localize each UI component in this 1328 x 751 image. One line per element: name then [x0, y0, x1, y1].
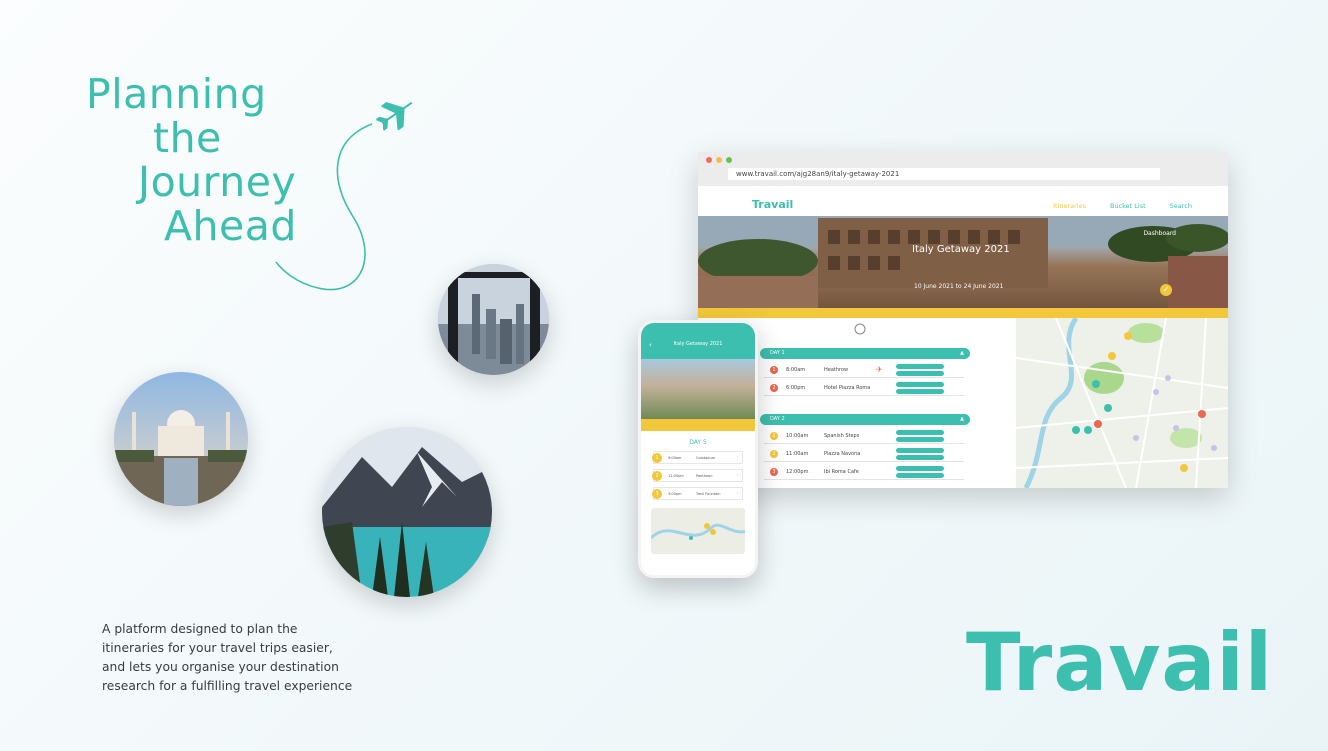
stop-number: 2	[770, 384, 778, 392]
day-bar[interactable]: DAY 1 ▲	[760, 348, 970, 359]
phone-mockup: ‹ Italy Getaway 2021 DAY 5 1 9:00am Colo…	[638, 320, 758, 578]
airplane-icon: ✈	[876, 365, 883, 374]
chevron-up-icon[interactable]: ▲	[960, 414, 964, 425]
phone-trip-title: Italy Getaway 2021	[673, 341, 723, 347]
itinerary-map[interactable]	[1016, 318, 1228, 488]
trip-dates: 10 June 2021 to 24 June 2021	[914, 283, 1004, 290]
stop-tags	[896, 364, 944, 377]
stop-tags	[896, 448, 944, 461]
itinerary-content: DAY 1 ▲ 1 8:00am Heathrow ✈ 2 6:00pm Hot…	[698, 318, 1228, 488]
stop-place: Piazza Navona	[824, 451, 861, 457]
stop-place: Ibi Roma Cafe	[824, 469, 859, 475]
trip-yellow-strip	[698, 308, 1228, 318]
new-york-photo	[438, 264, 549, 375]
description-line: A platform designed to plan the	[102, 622, 298, 636]
day-bar[interactable]: DAY 2 ▲	[760, 414, 970, 425]
minimize-window-dot[interactable]	[716, 157, 722, 163]
day-label: DAY 2	[770, 416, 785, 422]
stop-number: 1	[652, 453, 662, 463]
phone-day-label: DAY 5	[689, 439, 707, 446]
stop-number: 1	[770, 432, 778, 440]
stop-place: Heathrow	[824, 367, 849, 373]
phone-header: ‹ Italy Getaway 2021	[641, 323, 755, 359]
stop-number: 1	[770, 366, 778, 374]
description-line: itineraries for your travel trips easier…	[102, 641, 333, 655]
phone-itinerary-row[interactable]: 1 9:00am Colosseum ›	[652, 451, 743, 464]
dashboard-link[interactable]: Dashboard	[1143, 230, 1176, 237]
itinerary-row[interactable]: 3 12:00pm Ibi Roma Cafe	[764, 464, 964, 480]
stop-time: 9:00am	[668, 456, 682, 460]
description-line: and lets you organise your destination	[102, 660, 339, 674]
view-toggle-icon[interactable]	[852, 322, 868, 336]
chevron-right-icon[interactable]: ›	[737, 473, 738, 477]
stop-tags	[896, 430, 944, 443]
chevron-right-icon[interactable]: ›	[737, 455, 738, 459]
stop-place: Hotel Piazza Roma	[824, 385, 871, 391]
stop-time: 11:00am	[786, 451, 809, 457]
phone-map[interactable]	[651, 508, 745, 554]
site-logo[interactable]: Travail	[752, 198, 793, 211]
platform-description: A platform designed to plan the itinerar…	[102, 620, 392, 696]
stop-time: 8:00am	[786, 367, 806, 373]
phone-hero-image	[641, 359, 755, 419]
stop-time: 6:00pm	[786, 385, 806, 391]
stop-place: Spanish Steps	[824, 433, 860, 439]
stop-number: 2	[652, 471, 662, 481]
browser-toolbar: www.travail.com/ajg28an9/italy-getaway-2…	[698, 152, 1228, 186]
stop-place: Trevi Fountain	[696, 492, 721, 496]
stop-tags	[896, 382, 944, 395]
site-nav: Itineraries Bucket List Search	[1053, 202, 1192, 210]
itinerary-row[interactable]: 1 10:00am Spanish Steps	[764, 428, 964, 444]
phone-tab-strip[interactable]	[641, 419, 755, 431]
site-header: Travail Itineraries Bucket List Search	[698, 186, 1228, 216]
stop-time: 12:00pm	[786, 469, 809, 475]
itinerary-row[interactable]: 1 8:00am Heathrow ✈	[764, 362, 964, 378]
stop-number: 2	[770, 450, 778, 458]
trip-hero-banner: Italy Getaway 2021 10 June 2021 to 24 Ju…	[698, 216, 1228, 308]
maximize-window-dot[interactable]	[726, 157, 732, 163]
chevron-right-icon[interactable]: ›	[737, 491, 738, 495]
description-line: research for a fulfilling travel experie…	[102, 679, 353, 693]
phone-itinerary-row[interactable]: 3 3:00pm Trevi Fountain ›	[652, 487, 743, 500]
stop-number: 3	[652, 489, 662, 499]
stop-time: 10:00am	[786, 433, 809, 439]
phone-itinerary-row[interactable]: 2 12:00pm Pantheon ›	[652, 469, 743, 482]
check-icon[interactable]: ✓	[1160, 284, 1172, 296]
chevron-up-icon[interactable]: ▲	[960, 348, 964, 359]
moraine-lake-photo	[322, 427, 492, 597]
itinerary-row[interactable]: 2 11:00am Piazza Navona	[764, 446, 964, 462]
itinerary-row[interactable]: 2 6:00pm Hotel Piazza Roma	[764, 380, 964, 396]
browser-mockup: www.travail.com/ajg28an9/italy-getaway-2…	[698, 152, 1228, 488]
stop-tags	[896, 466, 944, 479]
nav-bucket-list[interactable]: Bucket List	[1110, 202, 1146, 210]
stop-number: 3	[770, 468, 778, 476]
url-bar[interactable]: www.travail.com/ajg28an9/italy-getaway-2…	[728, 168, 1160, 180]
stop-place: Pantheon	[696, 474, 713, 478]
stop-time: 3:00pm	[668, 492, 682, 496]
brand-logo: Travail	[966, 616, 1274, 709]
stop-place: Colosseum	[696, 456, 716, 460]
taj-mahal-photo	[114, 372, 248, 506]
day-label: DAY 1	[770, 350, 785, 356]
stop-time: 12:00pm	[668, 474, 684, 478]
airplane-icon	[376, 101, 413, 131]
close-window-dot[interactable]	[706, 157, 712, 163]
nav-search[interactable]: Search	[1170, 202, 1192, 210]
nav-itineraries[interactable]: Itineraries	[1053, 202, 1086, 210]
trip-title: Italy Getaway 2021	[912, 244, 1010, 255]
